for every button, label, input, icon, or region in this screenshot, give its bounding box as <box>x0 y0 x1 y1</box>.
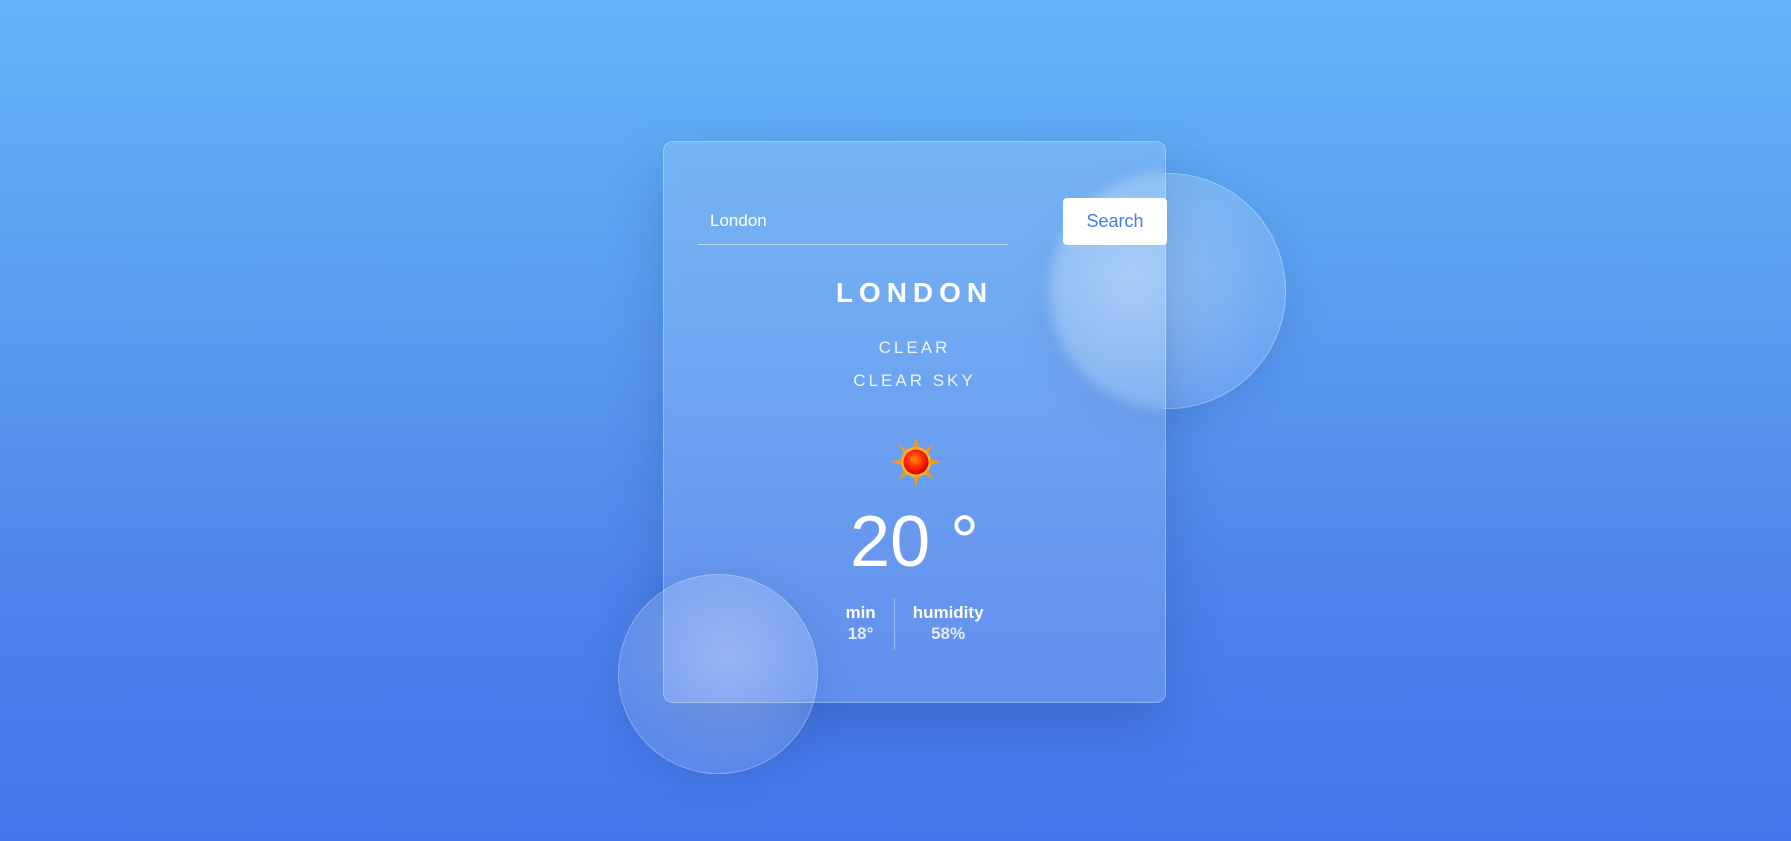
min-temp-stat: min 18° <box>827 598 893 650</box>
sun-icon <box>889 435 943 489</box>
humidity-value: 58% <box>931 624 966 643</box>
city-name: LONDON <box>835 277 994 308</box>
decorative-circle-left <box>618 574 818 774</box>
temperature: 20 ° <box>850 502 979 582</box>
weather-condition: CLEAR <box>878 338 951 357</box>
min-value: 18° <box>847 624 874 643</box>
humidity-label: humidity <box>912 603 984 622</box>
min-label: min <box>845 603 876 622</box>
humidity-stat: humidity 58% <box>895 598 1002 650</box>
weather-description: CLEAR SKY <box>853 371 976 390</box>
search-bar: Search <box>698 197 1167 245</box>
city-search-input[interactable] <box>698 197 1008 245</box>
search-button[interactable]: Search <box>1063 198 1167 245</box>
